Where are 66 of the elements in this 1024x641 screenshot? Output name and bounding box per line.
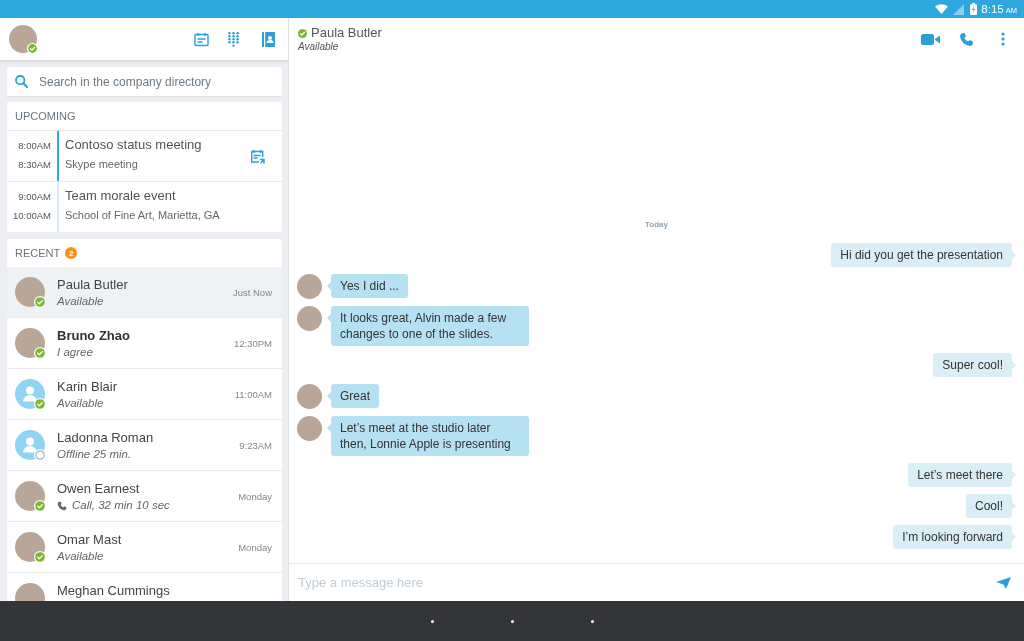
avatar-photo (297, 306, 322, 331)
meeting-title: Team morale event (65, 188, 177, 204)
contact-name: Paula Butler (57, 277, 128, 292)
start-time: 8:00AM (18, 140, 51, 152)
contact-name: Meghan Cummings (57, 583, 170, 598)
signal-icon (953, 3, 965, 15)
chat-message: Cool! (966, 494, 1016, 518)
contact-name: Ladonna Roman (57, 430, 154, 445)
dialpad-icon[interactable] (228, 31, 239, 47)
battery-icon (970, 3, 978, 15)
chat-message: Let’s meet at the studio later then, Lonnie Apple is presenting (327, 416, 529, 456)
contact-status: Available (57, 549, 104, 564)
clock-time: 8:15 (981, 2, 1004, 16)
unread-count: 2 (65, 247, 78, 259)
avatar-photo (297, 384, 322, 409)
calendar-arrow-icon[interactable] (250, 148, 265, 164)
chat-message: I’m looking forward (893, 525, 1016, 549)
contact-name: Bruno Zhao (57, 328, 130, 343)
search-icon (15, 75, 28, 88)
last-activity-time: 11:00AM (234, 388, 272, 400)
search-field[interactable]: Search in the company directory (7, 67, 282, 96)
last-activity-time: Monday (238, 490, 272, 502)
phone-icon[interactable] (959, 31, 974, 47)
wifi-icon (935, 4, 949, 14)
last-activity-time: Monday (238, 541, 272, 553)
section-title: RECENT (15, 247, 61, 259)
nav-dot-icon[interactable] (590, 619, 594, 623)
chat-message: Super cool! (933, 353, 1016, 377)
contact-name: Omar Mast (57, 532, 122, 547)
avatar-photo[interactable] (9, 25, 37, 53)
section-title: UPCOMING (15, 110, 76, 122)
meeting-subtitle: Skype meeting (65, 157, 139, 171)
meeting-subtitle: School of Fine Art, Marietta, GA (65, 208, 220, 222)
send-icon[interactable] (996, 576, 1011, 589)
last-activity-time: 9:23AM (239, 439, 272, 451)
avatar-photo (297, 416, 322, 441)
date-label: Today (645, 220, 668, 229)
end-time: 10:00AM (12, 210, 51, 222)
last-activity-time: Just Now (232, 286, 272, 298)
calendar-icon[interactable] (194, 31, 209, 47)
start-time: 9:00AM (18, 191, 51, 203)
chat-message: Great (327, 384, 379, 408)
contact-status: Available (298, 41, 340, 53)
chat-message: It looks great, Alvin made a few changes to one of the slides. (327, 306, 529, 346)
contact-status: Offline 25 min. (57, 447, 132, 462)
last-activity-time: 12:30PM (233, 337, 272, 349)
video-camera-icon[interactable] (921, 33, 940, 45)
nav-dot-icon[interactable] (510, 619, 514, 623)
message-input[interactable]: Type a message here (298, 572, 986, 593)
nav-dot-icon[interactable] (430, 619, 434, 623)
chat-message: Hi did you get the presentation (831, 243, 1016, 267)
avatar-photo (297, 274, 322, 299)
contact-name: Paula Butler (311, 25, 382, 41)
meeting-title: Contoso status meeting (65, 137, 202, 153)
contact-list-item[interactable]: Paula Butler Available Just Now (7, 267, 282, 318)
end-time: 8:30AM (18, 159, 51, 171)
contact-status: Call, 32 min 10 sec (72, 498, 170, 513)
contact-book-icon[interactable] (262, 31, 275, 47)
contact-status: Available (57, 396, 104, 411)
contact-status: Available (57, 294, 104, 309)
chat-message: Let’s meet there (908, 463, 1016, 487)
contact-name: Karin Blair (57, 379, 117, 394)
more-options-icon[interactable] (1001, 32, 1005, 46)
contact-name: Owen Earnest (57, 481, 141, 496)
contact-status: I agree (57, 345, 93, 360)
chat-message: Yes I did ... (327, 274, 408, 298)
